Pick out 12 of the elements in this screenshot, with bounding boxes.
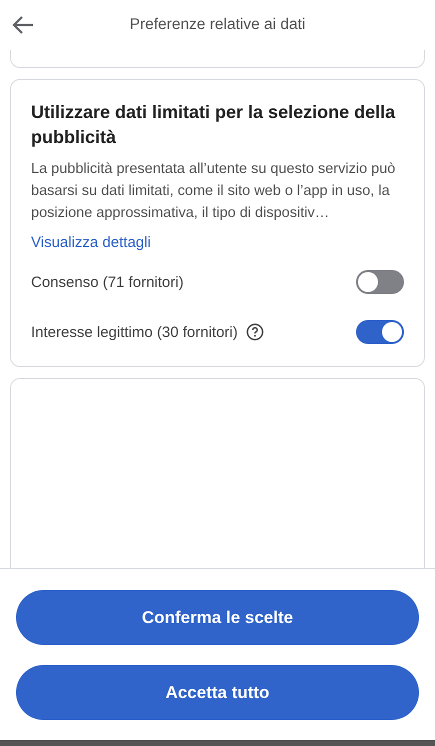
details-link[interactable]: Visualizza dettagli — [31, 234, 151, 251]
toggle-label: Interesse legittimo (30 fornitori) — [31, 324, 238, 340]
screen-title: Preferenze relative ai dati — [128, 16, 306, 34]
help-icon[interactable] — [246, 323, 264, 341]
action-button[interactable]: Conferma le scelte — [16, 590, 419, 645]
action-button[interactable]: Accetta tutto — [16, 665, 419, 720]
back-arrow-icon[interactable] — [12, 15, 34, 35]
toggle-switch[interactable] — [356, 320, 404, 344]
toggle-label: Consenso (71 fornitori) — [31, 274, 184, 290]
toggle-switch[interactable] — [356, 270, 404, 294]
section-description: La pubblicità presentata all’utente su questo servizio può basarsi su dati limitati, come il sito web o l’app in uso, la posizione approssimativa, il tipo di dispositiv… — [31, 160, 396, 223]
section-title: Utilizzare dati limitati per la selezione della pubblicità — [31, 101, 396, 149]
